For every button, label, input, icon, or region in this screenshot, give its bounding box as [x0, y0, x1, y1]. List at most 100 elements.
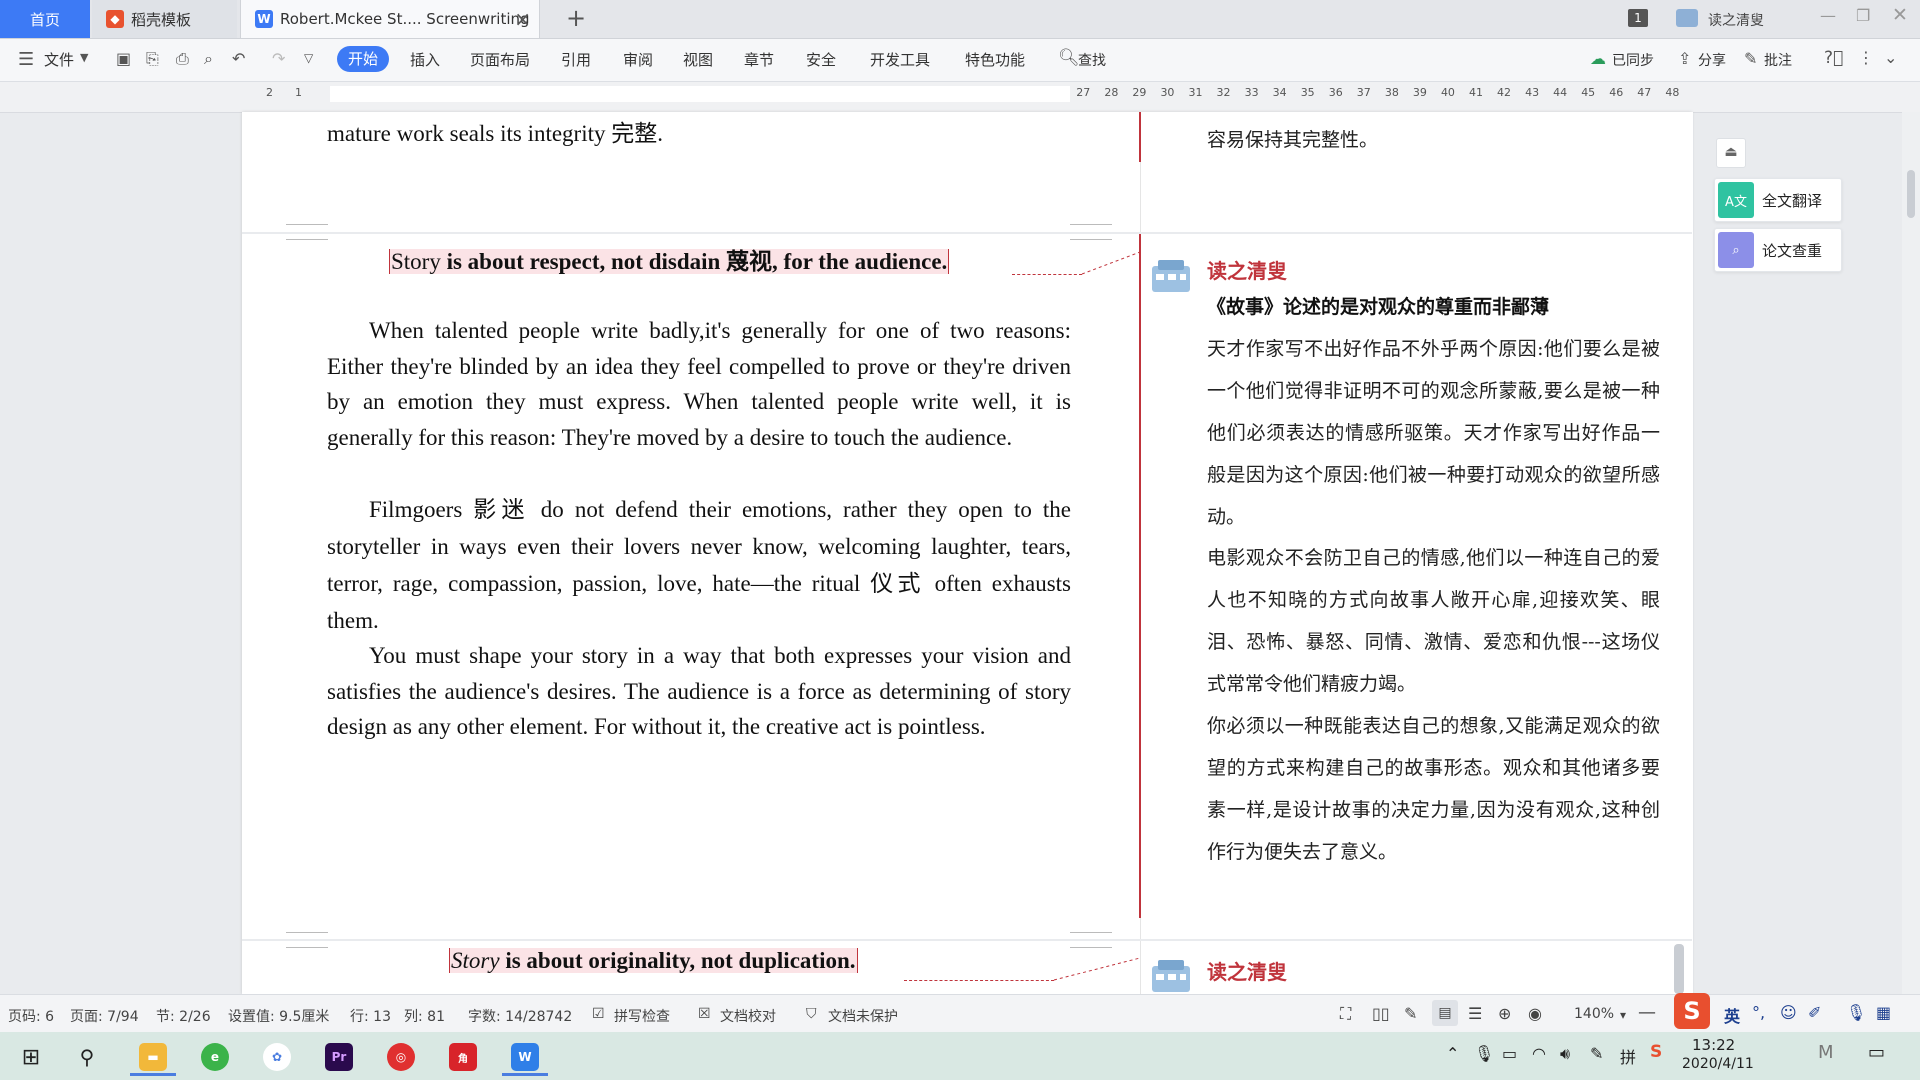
status-col[interactable]: 列: 81	[404, 1006, 445, 1026]
search-button[interactable]: 查找	[1078, 50, 1106, 70]
close-tab-icon[interactable]: ×	[514, 7, 531, 31]
sogou-tray-icon[interactable]: S	[1650, 1042, 1662, 1062]
status-setting-value[interactable]: 设置值: 9.5厘米	[228, 1006, 329, 1026]
wifi-icon[interactable]: ◠	[1532, 1044, 1546, 1063]
export-pdf-icon[interactable]: ⎘	[146, 49, 159, 69]
tab-daoke-templates[interactable]: ◆ 稻壳模板	[92, 0, 237, 38]
more-options-icon[interactable]: ⋮	[1858, 48, 1874, 67]
restore-icon[interactable]: ❐	[1856, 6, 1870, 25]
collapse-panel-icon[interactable]: ⏏	[1716, 138, 1746, 168]
doc-paragraph-2[interactable]: Filmgoers 影迷 do not defend their emotion…	[327, 491, 1071, 639]
ime-voice-icon[interactable]: 🎙︎	[1846, 1003, 1866, 1022]
menu-developer-tools[interactable]: 开发工具	[870, 49, 930, 70]
spell-check-button[interactable]: 拼写检查	[614, 1006, 670, 1026]
file-menu[interactable]: 文件	[44, 49, 74, 70]
menu-security[interactable]: 安全	[806, 49, 836, 70]
ime-punctuation-icon[interactable]: °,	[1752, 1003, 1765, 1022]
zoom-level[interactable]: 140%	[1574, 1006, 1614, 1022]
menu-view[interactable]: 视图	[683, 49, 713, 70]
tray-chevron-icon[interactable]: ⌃	[1446, 1044, 1459, 1063]
volume-icon[interactable]: 🔊︎	[1560, 1044, 1570, 1064]
status-page-code[interactable]: 页码: 6	[8, 1006, 54, 1026]
clock-date[interactable]: 2020/4/11	[1682, 1056, 1754, 1072]
status-word-count[interactable]: 字数: 14/28742	[468, 1006, 572, 1026]
zoom-out-icon[interactable]: —	[1638, 1002, 1656, 1023]
page-view-icon[interactable]: ▤	[1432, 1000, 1458, 1026]
netease-music-button[interactable]: ◎	[378, 1038, 424, 1076]
menu-start[interactable]: 开始	[337, 46, 389, 72]
comment-author[interactable]: 读之清叟	[1207, 956, 1287, 985]
status-page[interactable]: 页面: 7/94	[70, 1006, 139, 1026]
app-button[interactable]: ✿	[254, 1038, 300, 1076]
taskbar-search-button[interactable]: ⚲	[64, 1038, 110, 1076]
menu-special-features[interactable]: 特色功能	[965, 49, 1025, 70]
account-name[interactable]: 读之清叟	[1708, 10, 1764, 30]
ime-skin-icon[interactable]: ✐	[1808, 1003, 1821, 1022]
clock-time[interactable]: 13:22	[1692, 1036, 1735, 1054]
windows-start-button[interactable]: ⊞	[8, 1038, 54, 1076]
minimize-icon[interactable]: —	[1820, 6, 1836, 25]
notification-center-icon[interactable]: ▭	[1868, 1042, 1885, 1063]
browser-360-button[interactable]: e	[192, 1038, 238, 1076]
wps-writer-button[interactable]: W	[502, 1038, 548, 1076]
eye-protection-icon[interactable]: ◉	[1528, 1004, 1542, 1023]
scrollbar-thumb[interactable]	[1907, 170, 1915, 218]
battery-icon[interactable]: ▭	[1502, 1044, 1517, 1063]
status-section[interactable]: 节: 2/26	[156, 1006, 211, 1026]
comment-author[interactable]: 读之清叟	[1207, 255, 1287, 284]
status-row[interactable]: 行: 13	[350, 1006, 391, 1026]
doc-protection-status[interactable]: 文档未保护	[828, 1006, 898, 1026]
ime-tray-icon[interactable]: 拼	[1620, 1044, 1636, 1068]
new-tab-button[interactable]: +	[566, 4, 586, 32]
ime-emoji-icon[interactable]: ☺	[1780, 1003, 1797, 1022]
window-count-badge[interactable]: 1	[1628, 9, 1648, 27]
menu-chapter[interactable]: 章节	[744, 49, 774, 70]
doc-paragraph-1[interactable]: When talented people write badly,it's ge…	[327, 313, 1071, 455]
outline-view-icon[interactable]: ☰	[1468, 1004, 1482, 1023]
search-icon[interactable]: 🔍︎	[1058, 48, 1080, 68]
annotate-button[interactable]: 批注	[1764, 50, 1792, 70]
page-scroll-thumb[interactable]	[1674, 944, 1684, 994]
full-translate-button[interactable]: A文 全文翻译	[1714, 178, 1842, 222]
tab-home[interactable]: 首页	[0, 0, 90, 38]
premiere-button[interactable]: Pr	[316, 1038, 362, 1076]
menu-page-layout[interactable]: 页面布局	[470, 49, 530, 70]
fullscreen-icon[interactable]: ⛶	[1340, 1004, 1351, 1024]
print-preview-icon[interactable]: ⌕	[204, 49, 213, 69]
read-mode-icon[interactable]: ▯▯	[1372, 1004, 1390, 1023]
collapse-ribbon-icon[interactable]: ⌄	[1884, 48, 1897, 67]
pen-icon[interactable]: ✎	[1590, 1044, 1603, 1063]
sogou-ime-icon[interactable]: S	[1674, 993, 1710, 1029]
doc-heading-1[interactable]: Story is about respect, not disdain 蔑视, …	[389, 242, 950, 276]
web-view-icon[interactable]: ⊕	[1498, 1004, 1511, 1023]
redo-icon[interactable]: ↷	[272, 49, 285, 68]
plagiarism-check-button[interactable]: ⌕ 论文查重	[1714, 228, 1842, 272]
menu-review[interactable]: 审阅	[623, 49, 653, 70]
close-window-icon[interactable]: ✕	[1892, 4, 1908, 26]
zoom-chevron-icon[interactable]: ▾	[1620, 1008, 1626, 1022]
tab-document[interactable]: W Robert.Mckee St.... Screenwriting ×	[240, 0, 540, 38]
sync-status[interactable]: 已同步	[1612, 50, 1654, 70]
undo-icon[interactable]: ↶	[232, 49, 245, 68]
doc-heading-2[interactable]: Story is about originality, not duplicat…	[449, 948, 858, 974]
share-button[interactable]: 分享	[1698, 50, 1726, 70]
chevron-down-icon[interactable]: ▼	[80, 51, 88, 64]
save-icon[interactable]: ▣	[116, 49, 131, 68]
ime-language-toggle[interactable]: 英	[1724, 1003, 1740, 1027]
quick-access-chevron-icon[interactable]: ▽	[304, 51, 313, 65]
proofread-button[interactable]: 文档校对	[720, 1006, 776, 1026]
doc-text-line[interactable]: mature work seals its integrity 完整.	[327, 114, 663, 148]
vertical-scrollbar[interactable]	[1902, 112, 1920, 994]
file-explorer-button[interactable]: ▬	[130, 1038, 176, 1076]
hamburger-menu-icon[interactable]: ☰	[18, 49, 34, 70]
menu-references[interactable]: 引用	[561, 49, 591, 70]
ime-toolbox-icon[interactable]: ▦	[1876, 1003, 1891, 1022]
red-app-button[interactable]: 角	[440, 1038, 486, 1076]
print-icon[interactable]: ⎙	[176, 49, 189, 69]
comment-body-2: 电影观众不会防卫自己的情感,他们以一种连自己的爱人也不知晓的方式向故事人敞开心扉…	[1207, 547, 1660, 695]
doc-paragraph-3[interactable]: You must shape your story in a way that …	[327, 638, 1071, 745]
write-mode-icon[interactable]: ✎	[1404, 1004, 1417, 1023]
help-icon[interactable]: ?⃝	[1824, 48, 1843, 68]
microphone-icon[interactable]: 🎙︎	[1474, 1044, 1494, 1063]
menu-insert[interactable]: 插入	[410, 49, 440, 70]
